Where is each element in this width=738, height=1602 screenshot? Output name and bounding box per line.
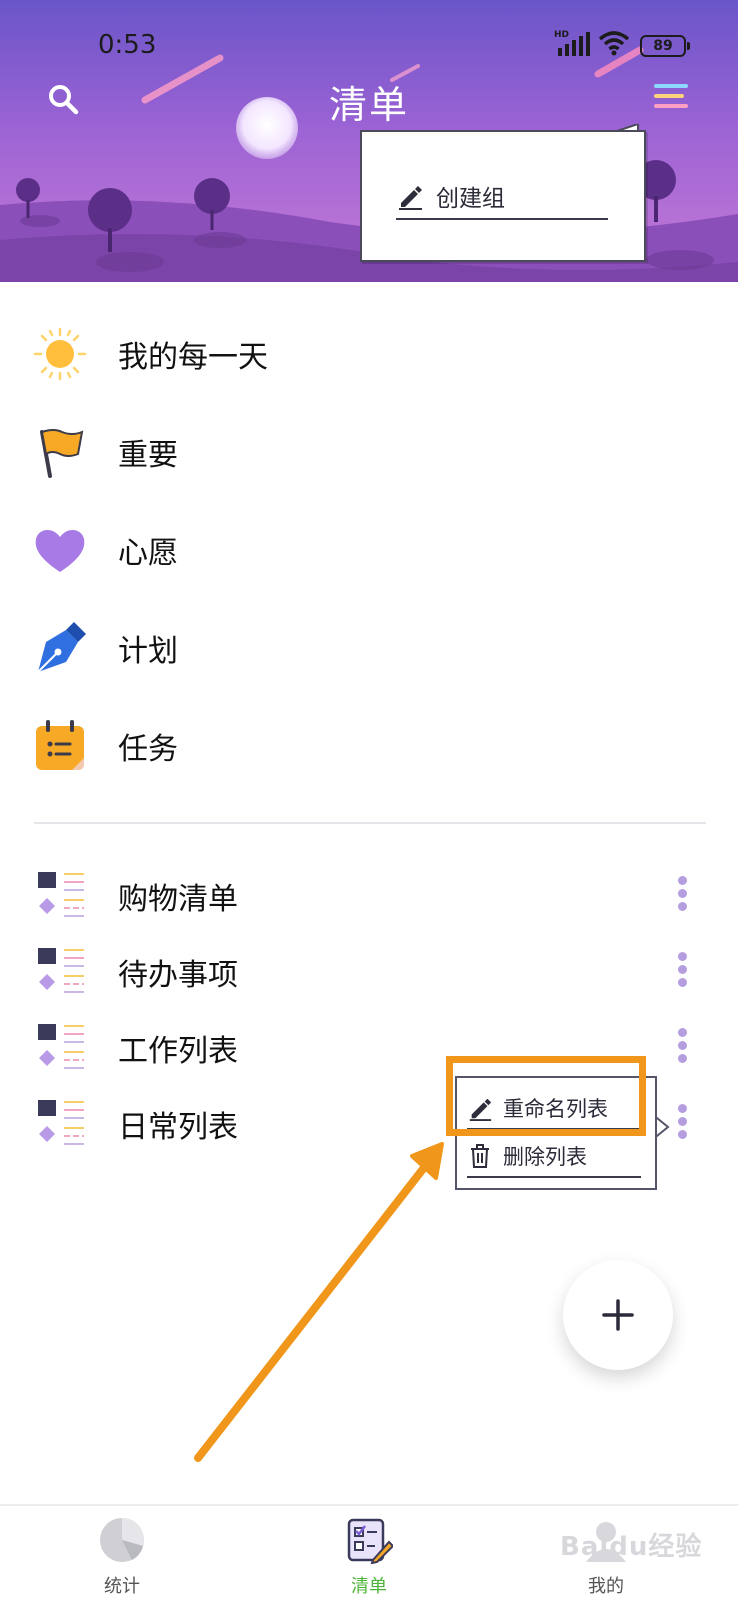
smart-list-label: 计划 <box>118 634 178 669</box>
signal-icon <box>558 32 590 56</box>
create-group-label: 创建组 <box>436 186 505 212</box>
section-divider <box>34 822 706 824</box>
custom-list-label: 购物清单 <box>118 882 238 917</box>
pencil-icon <box>399 186 422 210</box>
status-bar: 0:53 HD 89 <box>0 0 738 80</box>
more-options-icon[interactable] <box>672 1024 692 1070</box>
smart-list-label: 心愿 <box>118 536 178 571</box>
smart-lists: 我的每一天 重要 心愿 计划 任务 <box>0 305 738 795</box>
more-options-icon[interactable] <box>672 948 692 994</box>
custom-list-label: 工作列表 <box>118 1034 238 1069</box>
calendar-icon <box>36 720 84 770</box>
smart-list-important[interactable]: 重要 <box>0 403 738 501</box>
add-list-button[interactable] <box>563 1260 673 1370</box>
tab-lists[interactable]: 清单 <box>299 1506 439 1602</box>
tab-label: 我的 <box>588 1576 624 1597</box>
plus-icon <box>602 1299 634 1331</box>
battery-indicator: 89 <box>640 35 690 57</box>
wifi-icon <box>598 31 630 56</box>
pie-chart-icon <box>100 1518 144 1562</box>
page-title: 清单 <box>328 83 409 127</box>
more-options-icon[interactable] <box>672 1100 692 1146</box>
delete-list-button[interactable]: 删除列表 <box>467 1136 641 1178</box>
tab-label: 统计 <box>104 1576 140 1597</box>
custom-list-todo[interactable]: 待办事项 <box>0 934 738 1010</box>
sun-icon <box>33 327 87 381</box>
create-group-button[interactable]: 创建组 <box>396 174 608 220</box>
smart-list-plan[interactable]: 计划 <box>0 599 738 697</box>
pen-nib-icon <box>37 622 86 673</box>
tab-statistics[interactable]: 统计 <box>52 1506 192 1602</box>
smart-list-my-day[interactable]: 我的每一天 <box>0 305 738 403</box>
flag-icon <box>40 429 84 478</box>
annotation-arrow <box>194 1142 444 1462</box>
custom-list-shopping[interactable]: 购物清单 <box>0 858 738 934</box>
delete-list-label: 删除列表 <box>503 1145 587 1169</box>
smart-list-label: 任务 <box>118 732 178 767</box>
list-icon <box>38 948 84 993</box>
watermark-text: Baidu经验 <box>560 1532 703 1562</box>
create-group-popup: 创建组 <box>360 130 646 262</box>
custom-list-label: 待办事项 <box>118 958 238 993</box>
highlight-box <box>446 1056 646 1136</box>
checklist-icon <box>347 1518 393 1564</box>
heart-icon <box>35 530 85 572</box>
list-icon <box>38 1100 84 1145</box>
menu-icon[interactable] <box>652 80 692 114</box>
list-icon <box>38 872 84 917</box>
smart-list-wish[interactable]: 心愿 <box>0 501 738 599</box>
status-time: 0:53 <box>98 30 157 60</box>
tab-label: 清单 <box>351 1576 387 1597</box>
smart-list-label: 重要 <box>118 438 178 473</box>
more-options-icon[interactable] <box>672 872 692 918</box>
smart-list-tasks[interactable]: 任务 <box>0 697 738 795</box>
list-icon <box>38 1024 84 1069</box>
smart-list-label: 我的每一天 <box>118 340 268 375</box>
